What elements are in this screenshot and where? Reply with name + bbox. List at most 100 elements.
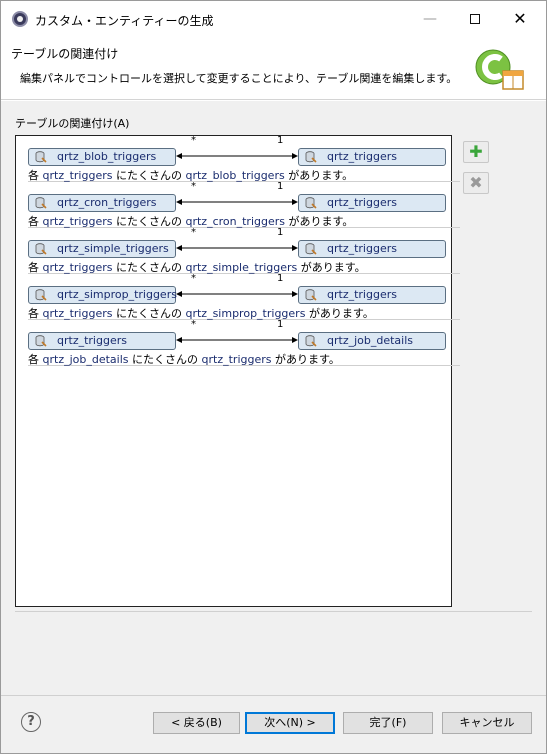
wizard-icon	[475, 49, 524, 90]
close-button[interactable]: ✕	[497, 1, 543, 37]
table-name: qrtz_triggers	[327, 242, 397, 255]
one-multiplicity: 1	[277, 319, 284, 330]
maximize-icon	[470, 14, 480, 24]
database-table-icon	[35, 151, 47, 163]
relationship-description: 各 qrtz_job_details にたくさんの qrtz_triggers …	[28, 351, 340, 367]
table-name: qrtz_triggers	[327, 150, 397, 163]
wizard-banner: テーブルの関連付け 編集パネルでコントロールを選択して変更することにより、テーブ…	[1, 37, 546, 99]
relationship-row[interactable]: * 1 qrtz_triggers qrtz_job_details 各 qrtz_jo…	[28, 319, 460, 367]
one-side-table[interactable]: qrtz_job_details	[298, 332, 446, 350]
add-relationship-button[interactable]: ✚	[463, 141, 489, 163]
relationship-arrow	[176, 291, 298, 297]
relationship-row[interactable]: * 1 qrtz_simple_triggers qrtz_triggers 各 qrt…	[28, 227, 460, 275]
footer-separator	[1, 695, 546, 696]
many-multiplicity: *	[191, 273, 196, 284]
one-multiplicity: 1	[277, 273, 284, 284]
desc-mid: にたくさんの	[132, 353, 199, 366]
app-icon	[12, 11, 28, 27]
finish-button[interactable]: 完了(F)	[343, 712, 433, 734]
one-side-table[interactable]: qrtz_triggers	[298, 148, 446, 166]
desc-suffix: があります。	[288, 215, 354, 228]
relationship-row[interactable]: * 1 qrtz_cron_triggers qrtz_triggers 各 qrtz_…	[28, 181, 460, 228]
dialog-window: カスタム・エンティティーの生成 — ✕ テーブルの関連付け 編集パネルでコントロ…	[0, 0, 547, 754]
one-side-table[interactable]: qrtz_triggers	[298, 286, 446, 304]
desc-mid: にたくさんの	[115, 169, 182, 182]
title-bar: カスタム・エンティティーの生成 — ✕	[1, 1, 546, 37]
table-name: qrtz_triggers	[57, 334, 127, 347]
desc-suffix: があります。	[275, 353, 340, 366]
many-side-table[interactable]: qrtz_cron_triggers	[28, 194, 176, 212]
desc-mid: にたくさんの	[115, 261, 182, 274]
many-multiplicity: *	[191, 181, 196, 192]
relationship-arrow	[176, 337, 298, 343]
many-multiplicity: *	[191, 227, 196, 238]
database-table-icon	[35, 335, 47, 347]
back-button[interactable]: < 戻る(B)	[153, 712, 240, 734]
relationship-description: 各 qrtz_triggers にたくさんの qrtz_simprop_trig…	[28, 305, 374, 321]
database-table-icon	[305, 289, 317, 301]
database-table-icon	[35, 243, 47, 255]
relationship-arrow	[176, 245, 298, 251]
table-name: qrtz_job_details	[327, 334, 414, 347]
table-name: qrtz_simple_triggers	[57, 242, 169, 255]
desc-prefix: 各	[28, 307, 39, 320]
window-title: カスタム・エンティティーの生成	[35, 14, 214, 28]
remove-relationship-button[interactable]: ✖	[463, 172, 489, 194]
desc-mid: にたくさんの	[115, 215, 182, 228]
desc-many-table: qrtz_cron_triggers	[185, 215, 285, 228]
many-multiplicity: *	[191, 319, 196, 330]
table-name: qrtz_triggers	[327, 288, 397, 301]
one-multiplicity: 1	[277, 135, 284, 146]
database-table-icon	[35, 289, 47, 301]
desc-suffix: があります。	[308, 307, 374, 320]
many-side-table[interactable]: qrtz_triggers	[28, 332, 176, 350]
plus-icon: ✚	[469, 142, 483, 161]
many-multiplicity: *	[191, 135, 196, 146]
banner-description: 編集パネルでコントロールを選択して変更することにより、テーブル関連を編集します。	[20, 72, 458, 85]
desc-suffix: があります。	[300, 261, 366, 274]
one-side-table[interactable]: qrtz_triggers	[298, 240, 446, 258]
relationships-panel[interactable]: * 1 qrtz_blob_triggers qrtz_triggers 各 qrtz_…	[15, 135, 460, 607]
relationship-arrow	[176, 153, 298, 159]
desc-prefix: 各	[28, 169, 39, 182]
many-side-table[interactable]: qrtz_blob_triggers	[28, 148, 176, 166]
help-button[interactable]: ?	[21, 712, 41, 732]
relationship-arrow	[176, 199, 298, 205]
desc-one-table: qrtz_job_details	[42, 353, 129, 366]
next-button[interactable]: 次へ(N) >	[245, 712, 335, 734]
desc-one-table: qrtz_triggers	[42, 307, 113, 320]
one-multiplicity: 1	[277, 181, 284, 192]
desc-many-table: qrtz_triggers	[201, 353, 272, 366]
table-name: qrtz_simprop_triggers	[57, 288, 177, 301]
desc-one-table: qrtz_triggers	[42, 215, 113, 228]
table-name: qrtz_cron_triggers	[57, 196, 157, 209]
relationship-description: 各 qrtz_triggers にたくさんの qrtz_simple_trigg…	[28, 259, 366, 275]
section-label: テーブルの関連付け(A)	[15, 117, 130, 130]
many-side-table[interactable]: qrtz_simple_triggers	[28, 240, 176, 258]
relationship-row[interactable]: * 1 qrtz_simprop_triggers qrtz_triggers 各 qr…	[28, 273, 460, 321]
content-separator	[15, 611, 532, 612]
cancel-button[interactable]: キャンセル	[442, 712, 532, 734]
database-table-icon	[305, 243, 317, 255]
database-table-icon	[305, 335, 317, 347]
desc-prefix: 各	[28, 353, 39, 366]
database-table-icon	[305, 197, 317, 209]
database-table-icon	[305, 151, 317, 163]
delete-icon: ✖	[469, 173, 483, 192]
banner-separator	[1, 99, 546, 101]
desc-one-table: qrtz_triggers	[42, 261, 113, 274]
relationship-row[interactable]: * 1 qrtz_blob_triggers qrtz_triggers 各 qrtz_…	[28, 135, 460, 182]
maximize-button[interactable]	[452, 1, 498, 37]
desc-prefix: 各	[28, 215, 39, 228]
database-table-icon	[35, 197, 47, 209]
desc-one-table: qrtz_triggers	[42, 169, 113, 182]
desc-many-table: qrtz_blob_triggers	[185, 169, 285, 182]
minimize-button[interactable]: —	[407, 1, 453, 37]
banner-title: テーブルの関連付け	[11, 47, 119, 61]
table-name: qrtz_triggers	[327, 196, 397, 209]
many-side-table[interactable]: qrtz_simprop_triggers	[28, 286, 177, 304]
desc-many-table: qrtz_simprop_triggers	[185, 307, 306, 320]
desc-mid: にたくさんの	[115, 307, 182, 320]
desc-suffix: があります。	[288, 169, 354, 182]
one-side-table[interactable]: qrtz_triggers	[298, 194, 446, 212]
